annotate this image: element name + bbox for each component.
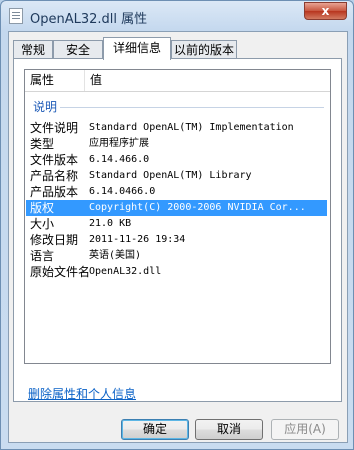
tab-security[interactable]: 安全 (53, 40, 103, 59)
row-value: Copyright(C) 2000-2006 NVIDIA Cor... (89, 202, 306, 213)
list-row-original-filename[interactable]: 原始文件名 OpenAL32.dll (26, 264, 327, 280)
properties-dialog: OpenAL32.dll 属性 x 常规 安全 详细信息 以前的版本 属性 值 … (0, 0, 354, 450)
remove-properties-link[interactable]: 删除属性和个人信息 (28, 385, 136, 402)
list-row-language[interactable]: 语言 英语(美国) (26, 248, 327, 264)
row-value: 2011-11-26 19:34 (89, 234, 186, 245)
row-key: 文件版本 (30, 153, 79, 167)
list-row-product-version[interactable]: 产品版本 6.14.0466.0 (26, 184, 327, 200)
row-value: Standard OpenAL(TM) Implementation (89, 122, 294, 133)
group-divider (60, 107, 324, 108)
tab-details[interactable]: 详细信息 (103, 37, 171, 60)
row-key: 原始文件名 (30, 265, 91, 279)
list-row-date-modified[interactable]: 修改日期 2011-11-26 19:34 (26, 232, 327, 248)
row-value: 21.0 KB (89, 218, 132, 229)
tab-strip: 常规 安全 详细信息 以前的版本 (13, 37, 343, 60)
row-key: 修改日期 (30, 233, 79, 247)
window-title: OpenAL32.dll 属性 (30, 12, 148, 27)
row-value: 应用程序扩展 (89, 138, 149, 149)
row-key: 版权 (30, 201, 55, 215)
cancel-button[interactable]: 取消 (195, 419, 263, 440)
list-row-copyright[interactable]: 版权 Copyright(C) 2000-2006 NVIDIA Cor... (26, 200, 327, 216)
dialog-body: 常规 安全 详细信息 以前的版本 属性 值 说明 文件说明 Standard O… (8, 31, 348, 443)
list-row-type[interactable]: 类型 应用程序扩展 (26, 136, 327, 152)
close-button[interactable]: x (304, 2, 347, 20)
tab-general[interactable]: 常规 (13, 40, 53, 59)
file-icon (9, 8, 23, 24)
row-value: 英语(美国) (89, 250, 142, 261)
tab-previous-versions[interactable]: 以前的版本 (171, 40, 237, 59)
row-key: 产品版本 (30, 185, 79, 199)
close-icon: x (321, 4, 330, 18)
ok-button[interactable]: 确定 (121, 419, 189, 440)
group-label: 说明 (33, 100, 58, 114)
details-list[interactable]: 属性 值 说明 文件说明 Standard OpenAL(TM) Impleme… (24, 69, 331, 364)
row-value: 6.14.466.0 (89, 154, 150, 165)
row-key: 语言 (30, 249, 55, 263)
row-key: 类型 (30, 137, 55, 151)
list-row-product-name[interactable]: 产品名称 Standard OpenAL(TM) Library (26, 168, 327, 184)
row-value: Standard OpenAL(TM) Library (89, 170, 252, 181)
column-header-property[interactable]: 属性 (25, 70, 85, 91)
title-bar[interactable]: OpenAL32.dll 属性 x (1, 1, 353, 31)
apply-button[interactable]: 应用(A) (271, 419, 339, 440)
row-key: 产品名称 (30, 169, 79, 183)
list-row-file-version[interactable]: 文件版本 6.14.466.0 (26, 152, 327, 168)
list-header: 属性 值 (25, 70, 330, 92)
group-header[interactable]: 说明 (30, 99, 326, 115)
row-value: OpenAL32.dll (89, 266, 162, 277)
list-row-size[interactable]: 大小 21.0 KB (26, 216, 327, 232)
row-value: 6.14.0466.0 (89, 186, 156, 197)
row-key: 大小 (30, 217, 55, 231)
list-row-file-description[interactable]: 文件说明 Standard OpenAL(TM) Implementation (26, 120, 327, 136)
details-tab-page: 属性 值 说明 文件说明 Standard OpenAL(TM) Impleme… (13, 58, 342, 402)
row-key: 文件说明 (30, 121, 79, 135)
column-header-value[interactable]: 值 (85, 70, 330, 91)
